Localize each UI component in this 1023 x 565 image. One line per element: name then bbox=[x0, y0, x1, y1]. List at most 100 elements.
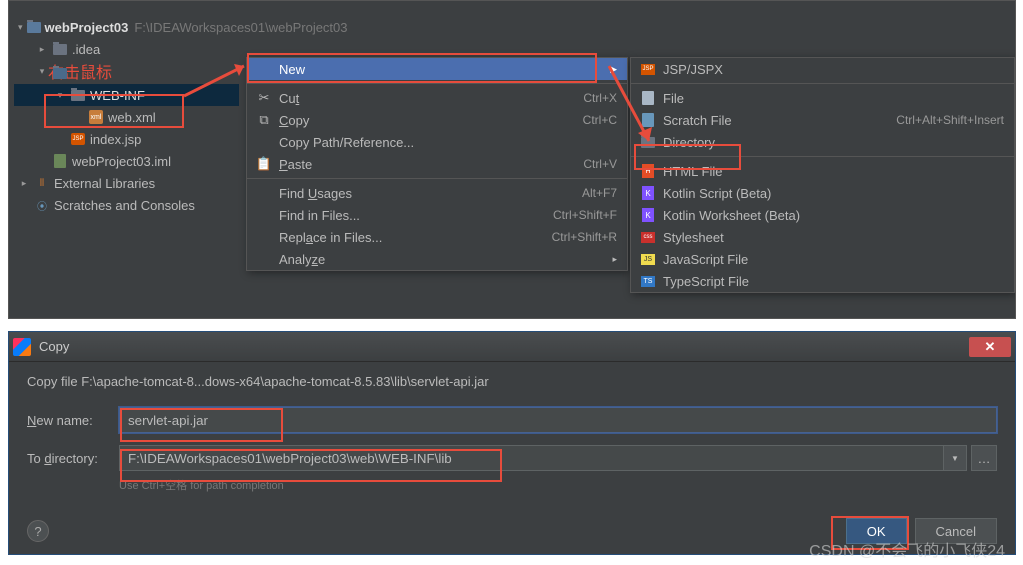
menu-label: Scratch File bbox=[657, 113, 896, 128]
menu-label: Stylesheet bbox=[657, 230, 1004, 245]
menu-item-jsfile[interactable]: JS JavaScript File bbox=[631, 248, 1014, 270]
menu-label: Directory bbox=[657, 135, 1004, 150]
tree-item-webxml[interactable]: xml web.xml bbox=[14, 106, 239, 128]
dropdown-button[interactable]: ▼ bbox=[943, 445, 967, 471]
menu-item-cut[interactable]: ✂ Cut Ctrl+X bbox=[247, 87, 627, 109]
tree-item-idea[interactable]: ▸ .idea bbox=[14, 38, 239, 60]
menu-label: Copy Path/Reference... bbox=[273, 135, 617, 150]
xml-file-icon: xml bbox=[89, 110, 103, 124]
menu-label: JavaScript File bbox=[657, 252, 1004, 267]
copy-icon: ⧉ bbox=[255, 112, 273, 128]
menu-item-file[interactable]: File bbox=[631, 87, 1014, 109]
submenu-arrow-icon: ▸ bbox=[612, 254, 617, 265]
browse-button[interactable]: … bbox=[971, 445, 997, 471]
help-button[interactable]: ? bbox=[27, 520, 49, 542]
shortcut: Alt+F7 bbox=[582, 186, 617, 200]
menu-item-directory[interactable]: Directory bbox=[631, 131, 1014, 153]
menu-item-tsfile[interactable]: TS TypeScript File bbox=[631, 270, 1014, 292]
tree-item-indexjsp[interactable]: JSP index.jsp bbox=[14, 128, 239, 150]
tree-label: External Libraries bbox=[54, 176, 155, 191]
menu-item-copypath[interactable]: Copy Path/Reference... bbox=[247, 131, 627, 153]
intellij-icon bbox=[13, 338, 31, 356]
menu-label: Replace in Files... bbox=[279, 230, 382, 245]
todir-input[interactable] bbox=[119, 445, 944, 471]
js-icon: JS bbox=[641, 254, 655, 265]
tree-item-project[interactable]: ▾ webProject03 F:\IDEAWorkspaces01\webPr… bbox=[14, 16, 239, 38]
menu-label: Copy bbox=[279, 113, 309, 128]
todir-label: To directory: bbox=[27, 451, 119, 466]
menu-item-replaceinfiles[interactable]: Replace in Files... Ctrl+Shift+R bbox=[247, 226, 627, 248]
menu-item-kws[interactable]: K Kotlin Worksheet (Beta) bbox=[631, 204, 1014, 226]
menu-label: Paste bbox=[279, 157, 312, 172]
project-tree: ▾ webProject03 F:\IDEAWorkspaces01\webPr… bbox=[14, 16, 239, 216]
file-icon bbox=[642, 91, 654, 105]
paste-icon: 📋 bbox=[255, 156, 273, 172]
menu-label: Cut bbox=[279, 91, 299, 106]
tree-label: Scratches and Consoles bbox=[54, 198, 195, 213]
scratches-icon: ⦿ bbox=[34, 197, 50, 213]
copy-dialog: Copy ✕ Copy file F:\apache-tomcat-8...do… bbox=[8, 331, 1016, 555]
folder-icon bbox=[641, 137, 655, 148]
submenu-arrow-icon: ▶ bbox=[610, 64, 617, 75]
tree-label: web.xml bbox=[108, 110, 156, 125]
jsp-file-icon: JSP bbox=[71, 133, 85, 145]
scratch-file-icon bbox=[642, 113, 654, 127]
library-icon: ⫴ bbox=[34, 175, 50, 191]
menu-item-copy[interactable]: ⧉ Copy Ctrl+C bbox=[247, 109, 627, 131]
tree-item-iml[interactable]: webProject03.iml bbox=[14, 150, 239, 172]
project-name: webProject03 bbox=[45, 20, 129, 35]
tree-label: WEB-INF bbox=[90, 88, 145, 103]
menu-label: TypeScript File bbox=[657, 274, 1004, 289]
tree-item-extlib[interactable]: ▸ ⫴ External Libraries bbox=[14, 172, 239, 194]
tree-item-scratches[interactable]: ⦿ Scratches and Consoles bbox=[14, 194, 239, 216]
ts-icon: TS bbox=[641, 276, 655, 287]
shortcut: Ctrl+Shift+R bbox=[552, 230, 617, 244]
menu-separator bbox=[247, 178, 627, 179]
menu-label: New bbox=[273, 62, 610, 77]
jsp-icon: JSP bbox=[641, 64, 655, 75]
dialog-message: Copy file F:\apache-tomcat-8...dows-x64\… bbox=[27, 374, 997, 389]
menu-label: JSP/JSPX bbox=[657, 62, 1004, 77]
menu-item-jsp[interactable]: JSP JSP/JSPX bbox=[631, 58, 1014, 80]
menu-label: Find Usages bbox=[279, 186, 352, 201]
menu-label: HTML File bbox=[657, 164, 1004, 179]
newname-label: New name: bbox=[27, 413, 119, 428]
css-icon: css bbox=[641, 232, 655, 243]
chevron-right-icon: ▸ bbox=[36, 44, 48, 55]
menu-label: Kotlin Worksheet (Beta) bbox=[657, 208, 1004, 223]
project-editor-panel: ▾ webProject03 F:\IDEAWorkspaces01\webPr… bbox=[8, 0, 1016, 319]
dialog-titlebar[interactable]: Copy ✕ bbox=[9, 332, 1015, 362]
menu-separator bbox=[247, 83, 627, 84]
context-menu: New ▶ ✂ Cut Ctrl+X ⧉ Copy Ctrl+C Copy Pa… bbox=[246, 57, 628, 271]
newname-input[interactable] bbox=[119, 407, 997, 433]
shortcut: Ctrl+V bbox=[583, 157, 617, 171]
menu-item-stylesheet[interactable]: css Stylesheet bbox=[631, 226, 1014, 248]
tree-label: webProject03.iml bbox=[72, 154, 171, 169]
menu-item-findinfiles[interactable]: Find in Files... Ctrl+Shift+F bbox=[247, 204, 627, 226]
watermark: CSDN @不会飞的小飞侠24 bbox=[809, 537, 1005, 561]
shortcut: Ctrl+Alt+Shift+Insert bbox=[896, 113, 1004, 127]
close-button[interactable]: ✕ bbox=[969, 337, 1011, 357]
dialog-title: Copy bbox=[39, 339, 969, 354]
menu-item-new[interactable]: New ▶ bbox=[247, 58, 627, 80]
menu-separator bbox=[631, 156, 1014, 157]
menu-item-paste[interactable]: 📋 Paste Ctrl+V bbox=[247, 153, 627, 175]
project-path: F:\IDEAWorkspaces01\webProject03 bbox=[134, 20, 347, 35]
menu-item-kscript[interactable]: K Kotlin Script (Beta) bbox=[631, 182, 1014, 204]
chevron-down-icon: ▾ bbox=[54, 90, 66, 101]
web-folder-icon bbox=[53, 68, 67, 79]
new-submenu: JSP JSP/JSPX File Scratch File Ctrl+Alt+… bbox=[630, 57, 1015, 293]
menu-item-analyze[interactable]: Analyze ▸ bbox=[247, 248, 627, 270]
menu-item-findusages[interactable]: Find Usages Alt+F7 bbox=[247, 182, 627, 204]
menu-item-html[interactable]: H HTML File bbox=[631, 160, 1014, 182]
menu-label: Find in Files... bbox=[273, 208, 553, 223]
menu-label: File bbox=[657, 91, 1004, 106]
scissors-icon: ✂ bbox=[255, 90, 273, 106]
tree-label: .idea bbox=[72, 42, 100, 57]
chevron-right-icon: ▸ bbox=[18, 178, 30, 189]
menu-item-scratch[interactable]: Scratch File Ctrl+Alt+Shift+Insert bbox=[631, 109, 1014, 131]
folder-icon bbox=[53, 44, 67, 55]
kotlin-icon: K bbox=[642, 208, 654, 222]
tree-item-webinf[interactable]: ▾ WEB-INF bbox=[14, 84, 239, 106]
chevron-down-icon: ▾ bbox=[18, 22, 23, 33]
